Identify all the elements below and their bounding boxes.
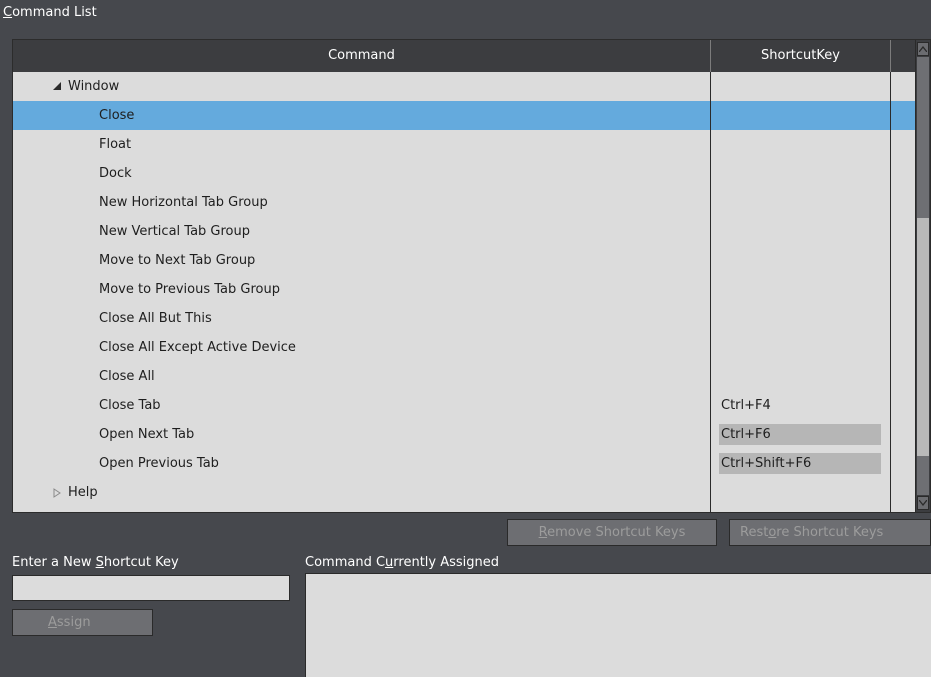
- btn-text: Rest: [740, 525, 769, 540]
- shortcut-key-cell: Ctrl+F4: [721, 398, 771, 413]
- command-label: New Horizontal Tab Group: [99, 195, 268, 210]
- title-accel: C: [3, 5, 13, 20]
- command-row[interactable]: New Horizontal Tab Group: [13, 188, 915, 217]
- vertical-scrollbar[interactable]: [915, 40, 930, 512]
- title-rest: ommand List: [12, 5, 97, 20]
- column-header-shortcut-key[interactable]: ShortcutKey: [711, 40, 891, 72]
- new-shortcut-key-input[interactable]: [12, 575, 290, 601]
- command-row[interactable]: Close All But This: [13, 304, 915, 333]
- restore-shortcut-keys-button[interactable]: Restore Shortcut Keys: [729, 519, 931, 546]
- column-header-spacer: [891, 40, 915, 72]
- expand-triangle-icon[interactable]: [53, 478, 67, 507]
- shortcut-key-cell[interactable]: Ctrl+Shift+F6: [719, 453, 881, 474]
- command-grid[interactable]: Command ShortcutKey Window Close Float Dock…: [12, 39, 931, 513]
- command-label: Close All: [99, 369, 155, 384]
- command-row[interactable]: Close: [13, 101, 915, 130]
- command-label: Close Tab: [99, 398, 161, 413]
- chevron-up-icon: [919, 46, 927, 52]
- command-list-title: Command List: [1, 0, 603, 38]
- btn-text: re Shortcut Keys: [776, 525, 884, 540]
- command-row[interactable]: Open Previous Tab Ctrl+Shift+F6: [13, 449, 915, 478]
- command-row[interactable]: Window: [13, 72, 915, 101]
- command-label: Help: [68, 485, 98, 500]
- command-label: New Vertical Tab Group: [99, 224, 250, 239]
- shortcut-key-cell[interactable]: Ctrl+F6: [719, 424, 881, 445]
- remove-shortcut-keys-button[interactable]: Remove Shortcut Keys: [507, 519, 717, 546]
- column-divider: [710, 72, 711, 512]
- command-currently-assigned-panel: [305, 573, 931, 677]
- btn-text: ssign: [56, 615, 91, 630]
- command-label: Open Previous Tab: [99, 456, 219, 471]
- scroll-down-button[interactable]: [917, 496, 929, 510]
- command-currently-assigned-label: Command Currently Assigned: [305, 553, 499, 573]
- scrollbar-thumb[interactable]: [917, 218, 929, 456]
- collapse-triangle-icon[interactable]: [53, 72, 67, 101]
- label-accel: S: [95, 555, 104, 570]
- command-row[interactable]: Close All: [13, 362, 915, 391]
- grid-body: Window Close Float Dock New Horizontal Tab G…: [13, 72, 915, 512]
- command-label: Close All But This: [99, 311, 212, 326]
- btn-accel: A: [48, 615, 57, 630]
- command-row[interactable]: Dock: [13, 159, 915, 188]
- command-row[interactable]: Move to Previous Tab Group: [13, 275, 915, 304]
- label-text: Command C: [305, 555, 386, 570]
- command-row[interactable]: Help: [13, 478, 915, 507]
- assign-button[interactable]: Assign: [12, 609, 153, 636]
- command-label: Move to Previous Tab Group: [99, 282, 280, 297]
- new-shortcut-key-label: Enter a New Shortcut Key: [12, 553, 179, 573]
- command-row[interactable]: Move to Next Tab Group: [13, 246, 915, 275]
- grid-header: Command ShortcutKey: [13, 40, 915, 72]
- command-label: Float: [99, 137, 132, 152]
- column-divider: [890, 72, 891, 512]
- command-row[interactable]: Close Tab Ctrl+F4: [13, 391, 915, 420]
- command-row[interactable]: Open Next Tab Ctrl+F6: [13, 420, 915, 449]
- btn-accel: R: [538, 525, 548, 540]
- chevron-down-icon: [919, 500, 927, 506]
- command-row[interactable]: New Vertical Tab Group: [13, 217, 915, 246]
- command-label: Window: [68, 79, 120, 94]
- label-text: Enter a New: [12, 555, 96, 570]
- command-label: Dock: [99, 166, 132, 181]
- command-label: Close: [99, 108, 135, 123]
- command-label: Close All Except Active Device: [99, 340, 296, 355]
- command-label: Open Next Tab: [99, 427, 195, 442]
- label-text: rrently Assigned: [393, 555, 500, 570]
- column-header-command[interactable]: Command: [13, 40, 711, 72]
- command-label: Move to Next Tab Group: [99, 253, 256, 268]
- command-row[interactable]: Float: [13, 130, 915, 159]
- label-text: hortcut Key: [103, 555, 179, 570]
- btn-text: emove Shortcut Keys: [547, 525, 686, 540]
- command-row[interactable]: Close All Except Active Device: [13, 333, 915, 362]
- scroll-up-button[interactable]: [917, 42, 929, 56]
